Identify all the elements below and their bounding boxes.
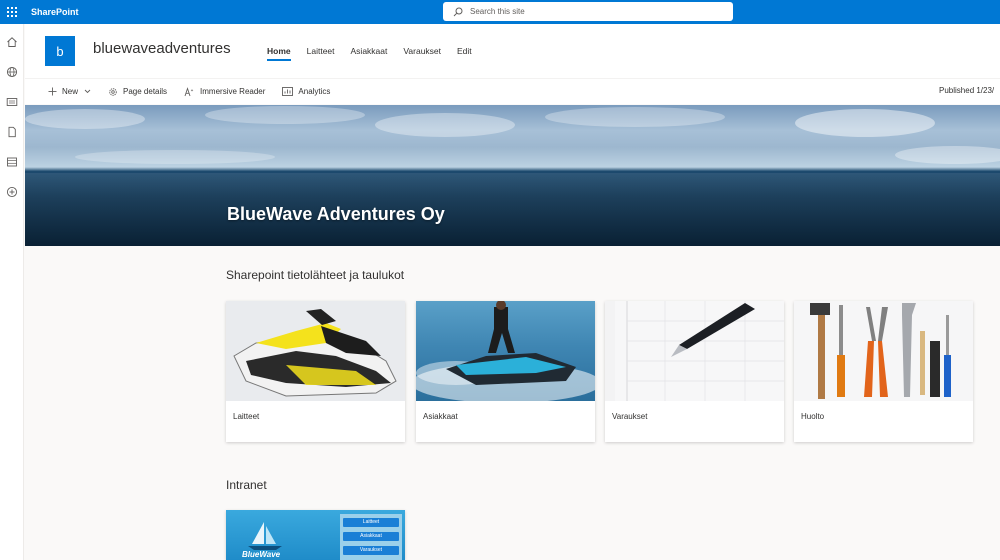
intranet-thumb-button: Varaukset: [343, 546, 399, 555]
tools-image: [794, 301, 973, 401]
home-icon[interactable]: [0, 27, 24, 57]
suite-bar: SharePoint Search this site: [0, 0, 1000, 24]
card-laitteet[interactable]: Laitteet: [226, 301, 405, 442]
card-asiakkaat[interactable]: Asiakkaat: [416, 301, 595, 442]
sailboat-icon: [248, 522, 282, 550]
nav-varaukset[interactable]: Varaukset: [395, 24, 449, 78]
site-header: b bluewaveadventures Home Laitteet Asiak…: [25, 24, 1000, 78]
app-bar: [0, 24, 24, 560]
card-label: Asiakkaat: [423, 412, 458, 421]
analytics-icon: [282, 87, 294, 96]
app-name[interactable]: SharePoint: [31, 7, 79, 17]
document-icon[interactable]: [0, 117, 24, 147]
hero-clouds: [25, 106, 1000, 164]
card-label: Varaukset: [612, 412, 648, 421]
intranet-card[interactable]: BlueWave Laitteet Asiakkaat Varaukset: [226, 510, 405, 560]
analytics-label: Analytics: [298, 87, 331, 96]
immersive-reader-button[interactable]: Immersive Reader: [184, 86, 266, 97]
page-details-label: Page details: [123, 87, 168, 96]
published-status: Published 1/23/: [939, 86, 995, 95]
nav-laitteet[interactable]: Laitteet: [299, 24, 343, 78]
nav-edit[interactable]: Edit: [449, 24, 480, 78]
news-icon[interactable]: [0, 87, 24, 117]
add-icon[interactable]: [0, 177, 24, 207]
intranet-section-title: Intranet: [226, 478, 267, 492]
nav-home[interactable]: Home: [259, 24, 299, 78]
hero-sea: [25, 173, 1000, 246]
analytics-button[interactable]: Analytics: [282, 87, 330, 96]
search-box[interactable]: Search this site: [443, 2, 733, 21]
intranet-thumbnail: BlueWave Laitteet Asiakkaat Varaukset: [226, 510, 405, 560]
immersive-reader-icon: [184, 86, 194, 96]
card-varaukset[interactable]: Varaukset: [605, 301, 784, 442]
calendar-pen-image: [605, 301, 784, 401]
jet-ski-image: [226, 301, 405, 401]
card-huolto[interactable]: Huolto: [794, 301, 973, 442]
new-label: New: [62, 87, 79, 96]
card-label: Laitteet: [233, 412, 260, 421]
hero-title: BlueWave Adventures Oy: [227, 204, 445, 224]
list-icon[interactable]: [0, 147, 24, 177]
plus-icon: [48, 87, 57, 96]
globe-icon[interactable]: [0, 57, 24, 87]
intranet-button-panel: Laitteet Asiakkaat Varaukset: [340, 514, 402, 560]
intranet-thumb-button: Asiakkaat: [343, 532, 399, 541]
jet-ski-rider-image: [416, 301, 595, 401]
search-icon: [453, 7, 463, 16]
nav-asiakkaat[interactable]: Asiakkaat: [343, 24, 396, 78]
intranet-logo-text: BlueWave: [242, 550, 281, 559]
hero-banner: BlueWave Adventures Oy: [25, 105, 1000, 246]
card-label: Huolto: [801, 412, 825, 421]
waffle-icon[interactable]: [0, 0, 24, 24]
site-logo[interactable]: b: [45, 36, 75, 66]
immersive-reader-label: Immersive Reader: [200, 87, 266, 96]
gear-icon: [109, 87, 117, 96]
intranet-thumb-button: Laitteet: [343, 518, 399, 527]
command-bar: New Page details Immersive Reader Analyt…: [25, 78, 1000, 104]
page-details-button[interactable]: Page details: [108, 87, 167, 97]
chevron-down-icon: [84, 89, 91, 94]
site-title[interactable]: bluewaveadventures: [93, 40, 231, 57]
site-navigation: Home Laitteet Asiakkaat Varaukset Edit: [259, 24, 480, 78]
sources-section-title: Sharepoint tietolähteet ja taulukot: [226, 268, 405, 282]
new-button[interactable]: New: [48, 87, 91, 96]
search-placeholder: Search this site: [470, 7, 525, 16]
